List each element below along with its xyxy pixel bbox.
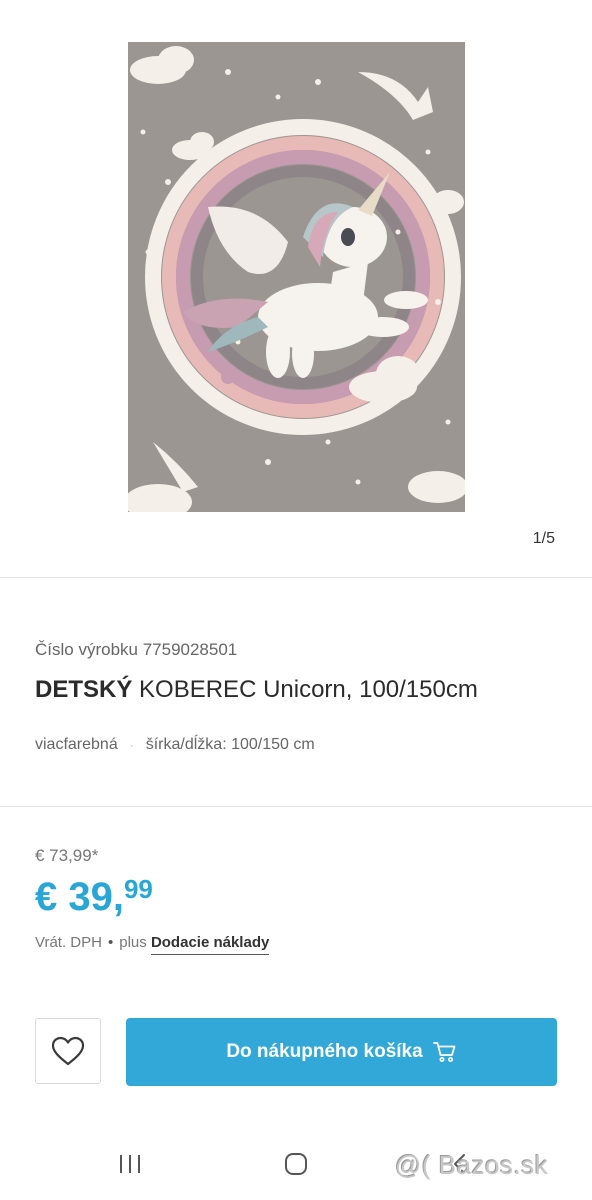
add-to-cart-button[interactable]: Do nákupného košíka: [126, 1018, 557, 1086]
attribute-color: viacfarebná: [35, 736, 118, 753]
product-image[interactable]: [128, 42, 465, 512]
old-price: € 73,99*: [35, 846, 99, 865]
heart-icon: [51, 1036, 85, 1066]
price-main: € 39,: [35, 875, 124, 919]
recents-button[interactable]: [110, 1144, 150, 1184]
separator-dot: ·: [129, 738, 134, 752]
unicorn-rug-illustration: [128, 42, 465, 512]
shopping-cart-icon: [432, 1042, 456, 1062]
price-cents: 99: [123, 874, 153, 904]
add-to-cart-label: Do nákupného košíka: [226, 1041, 423, 1062]
home-button[interactable]: [276, 1144, 316, 1184]
shipping-costs-link[interactable]: Dodacie náklady: [150, 934, 270, 955]
home-icon: [285, 1153, 307, 1175]
plus-text: plus: [119, 934, 147, 951]
bullet: •: [107, 934, 114, 951]
wishlist-button[interactable]: [35, 1018, 101, 1084]
vat-text: Vrát. DPH: [35, 934, 102, 951]
product-title-rest: KOBEREC Unicorn, 100/150cm: [139, 676, 478, 703]
product-title-bold: DETSKÝ: [35, 676, 133, 703]
product-image-gallery[interactable]: 1/5: [0, 0, 592, 578]
image-counter: 1/5: [532, 530, 555, 547]
product-title: DETSKÝ KOBEREC Unicorn, 100/150cm: [35, 676, 478, 704]
recents-icon: [120, 1155, 140, 1173]
product-number: Číslo výrobku 7759028501: [35, 640, 238, 659]
divider: [0, 806, 592, 807]
vat-info: Vrát. DPH • plus Dodacie náklady: [35, 934, 270, 955]
bazos-watermark: @( Bazos.sk: [395, 1150, 549, 1180]
product-attributes: viacfarebná · šírka/dĺžka: 100/150 cm: [35, 736, 315, 754]
current-price: € 39,99: [35, 874, 153, 920]
attribute-size: šírka/dĺžka: 100/150 cm: [145, 736, 315, 753]
divider: [0, 577, 592, 578]
